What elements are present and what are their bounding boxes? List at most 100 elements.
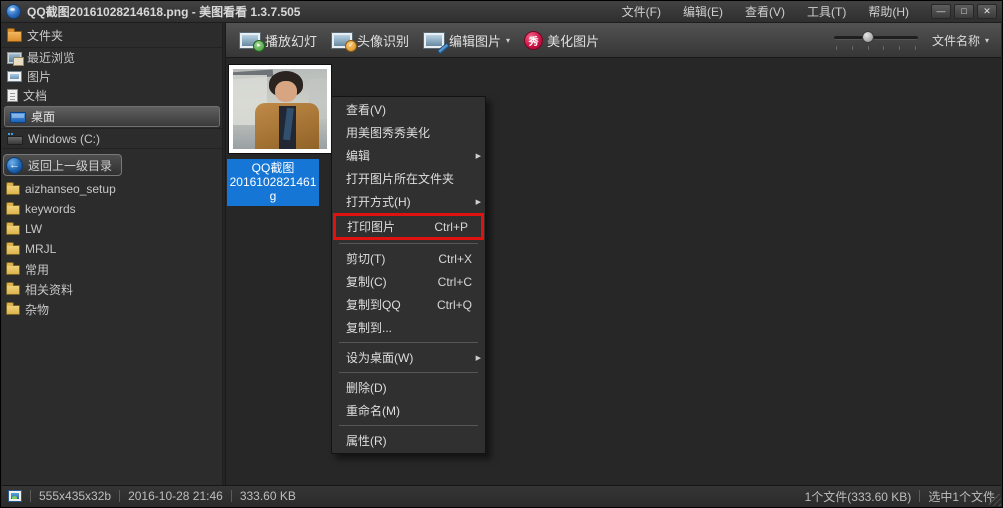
slider-handle[interactable] <box>861 31 874 43</box>
ctx-set-as-desktop-submenu[interactable]: 设为桌面(W) ▶ <box>332 346 485 369</box>
ctx-rename[interactable]: 重命名(M) <box>332 399 485 422</box>
ctx-copy-to[interactable]: 复制到... <box>332 316 485 339</box>
sidebar-item-drive-c[interactable]: Windows (C:) <box>2 129 222 148</box>
ctx-shortcut: Ctrl+C <box>437 274 472 289</box>
document-icon <box>7 89 18 102</box>
folder-label: LW <box>25 222 43 236</box>
folder-item-keywords[interactable]: keywords <box>2 199 222 219</box>
sidebar-item-documents[interactable]: 文档 <box>2 86 222 105</box>
ctx-cut[interactable]: 剪切(T) Ctrl+X <box>332 247 485 270</box>
ctx-open-containing-folder[interactable]: 打开图片所在文件夹 <box>332 167 485 190</box>
sidebar-item-recent[interactable]: 最近浏览 <box>2 48 222 67</box>
ctx-open-with-submenu[interactable]: 打开方式(H) ▶ <box>332 190 485 213</box>
folder-icon <box>6 262 20 275</box>
ctx-print-image[interactable]: 打印图片 Ctrl+P <box>336 216 481 237</box>
selected-filename-label: QQ截图 2016102821461 g <box>227 159 319 206</box>
submenu-arrow-icon: ▶ <box>475 152 481 160</box>
status-divider <box>919 490 921 502</box>
sidebar-item-label: 桌面 <box>31 110 56 124</box>
submenu-arrow-icon: ▶ <box>475 198 481 206</box>
image-filesize: 333.60 KB <box>239 489 296 503</box>
ctx-label: 属性(R) <box>346 434 387 448</box>
ctx-edit-submenu[interactable]: 编辑 ▶ <box>332 144 485 167</box>
recent-photos-icon <box>7 51 24 66</box>
filename-line: 2016102821461 <box>229 175 317 189</box>
ctx-label: 剪切(T) <box>346 252 386 266</box>
folder-icon <box>6 182 20 195</box>
sidebar-header-label: 文件夹 <box>27 29 64 43</box>
toolbar-button-label: 头像识别 <box>357 33 410 49</box>
menu-view[interactable]: 查看(V) <box>734 1 796 22</box>
check-badge-icon: ✓ <box>345 39 358 52</box>
back-to-parent-button[interactable]: ← 返回上一级目录 <box>3 154 123 176</box>
window-controls: — □ ✕ <box>928 4 997 19</box>
ctx-properties[interactable]: 属性(R) <box>332 429 485 452</box>
slideshow-button[interactable]: ▸ 播放幻灯 <box>234 28 322 53</box>
resize-grip[interactable] <box>989 494 1001 506</box>
menu-file[interactable]: 文件(F) <box>611 1 672 22</box>
folder-open-icon <box>7 28 22 42</box>
status-divider <box>119 490 121 502</box>
slider-track[interactable] <box>833 36 918 40</box>
folder-item-mrjl[interactable]: MRJL <box>2 239 222 259</box>
window-title: QQ截图20161028214618.png - 美图看看 1.3.7.505 <box>27 5 301 19</box>
menu-separator <box>339 372 478 373</box>
menu-edit[interactable]: 编辑(E) <box>672 1 734 22</box>
beautify-image-button[interactable]: 秀 美化图片 <box>519 28 604 53</box>
image-date: 2016-10-28 21:46 <box>128 489 223 503</box>
status-divider <box>30 490 31 502</box>
toolbar-button-label: 播放幻灯 <box>265 33 318 49</box>
sidebar-item-desktop[interactable]: 桌面 <box>4 106 220 127</box>
menu-help[interactable]: 帮助(H) <box>857 1 920 22</box>
toolbar-button-label: 编辑图片 <box>449 33 502 49</box>
app-window: QQ截图20161028214618.png - 美图看看 1.3.7.505 … <box>0 0 1003 508</box>
status-bar: 555x435x32b 2016-10-28 21:46 333.60 KB 1… <box>2 485 1001 506</box>
folder-item-changyong[interactable]: 常用 <box>2 259 222 279</box>
ctx-label: 打印图片 <box>347 220 396 234</box>
sidebar-item-label: Windows (C:) <box>28 131 101 146</box>
ctx-delete[interactable]: 删除(D) <box>332 376 485 399</box>
folder-item-lw[interactable]: LW <box>2 219 222 239</box>
beautify-icon: 秀 <box>524 30 544 50</box>
edit-image-button[interactable]: 编辑图片 ▾ <box>418 28 515 55</box>
folder-icon <box>6 302 20 315</box>
thumbnail-size-slider[interactable] <box>833 30 918 50</box>
play-badge-icon: ▸ <box>253 39 265 52</box>
close-button[interactable]: ✕ <box>977 4 997 19</box>
ctx-label: 打开方式(H) <box>346 195 411 209</box>
ctx-label: 编辑 <box>346 149 371 163</box>
folder-icon <box>6 242 20 255</box>
image-dimensions: 555x435x32b <box>39 489 112 503</box>
folder-item-related[interactable]: 相关资料 <box>2 279 222 299</box>
desktop-icon <box>10 111 26 123</box>
toolbar-button-label: 美化图片 <box>547 33 600 49</box>
ctx-shortcut: Ctrl+X <box>438 251 472 266</box>
minimize-button[interactable]: — <box>931 4 951 19</box>
maximize-button[interactable]: □ <box>954 4 974 19</box>
folder-item-aizhanseo[interactable]: aizhanseo_setup <box>2 179 222 199</box>
menu-separator <box>339 425 478 426</box>
sidebar-item-label: 文档 <box>23 89 48 103</box>
chevron-down-icon[interactable]: ▾ <box>506 36 510 45</box>
sidebar-item-pictures[interactable]: 图片 <box>2 67 222 86</box>
toolbar-right-group: 文件名称 ▾ <box>833 30 993 50</box>
ctx-beautify-with-meitu[interactable]: 用美图秀秀美化 <box>332 121 485 144</box>
face-recognition-icon: ✓ <box>331 31 358 52</box>
image-thumbnail-cell[interactable]: QQ截图 2016102821461 g <box>227 64 334 206</box>
folder-item-misc[interactable]: 杂物 <box>2 299 222 319</box>
pictures-icon <box>7 71 22 82</box>
menu-bar: 文件(F) 编辑(E) 查看(V) 工具(T) 帮助(H) <box>611 1 920 22</box>
chevron-down-icon: ▾ <box>984 35 989 45</box>
thumbnail-photo <box>233 69 327 149</box>
sort-by-dropdown[interactable]: 文件名称 ▾ <box>932 32 989 49</box>
menu-tools[interactable]: 工具(T) <box>796 1 857 22</box>
thumbnail-frame[interactable] <box>228 64 332 154</box>
ctx-view[interactable]: 查看(V) <box>332 98 485 121</box>
ctx-copy[interactable]: 复制(C) Ctrl+C <box>332 270 485 293</box>
menu-separator <box>339 342 478 343</box>
ctx-copy-to-qq[interactable]: 复制到QQ Ctrl+Q <box>332 293 485 316</box>
ctx-label: 删除(D) <box>346 381 387 395</box>
sort-by-label: 文件名称 <box>931 33 980 48</box>
ctx-label: 重命名(M) <box>346 404 400 418</box>
face-recognition-button[interactable]: ✓ 头像识别 <box>326 28 414 53</box>
